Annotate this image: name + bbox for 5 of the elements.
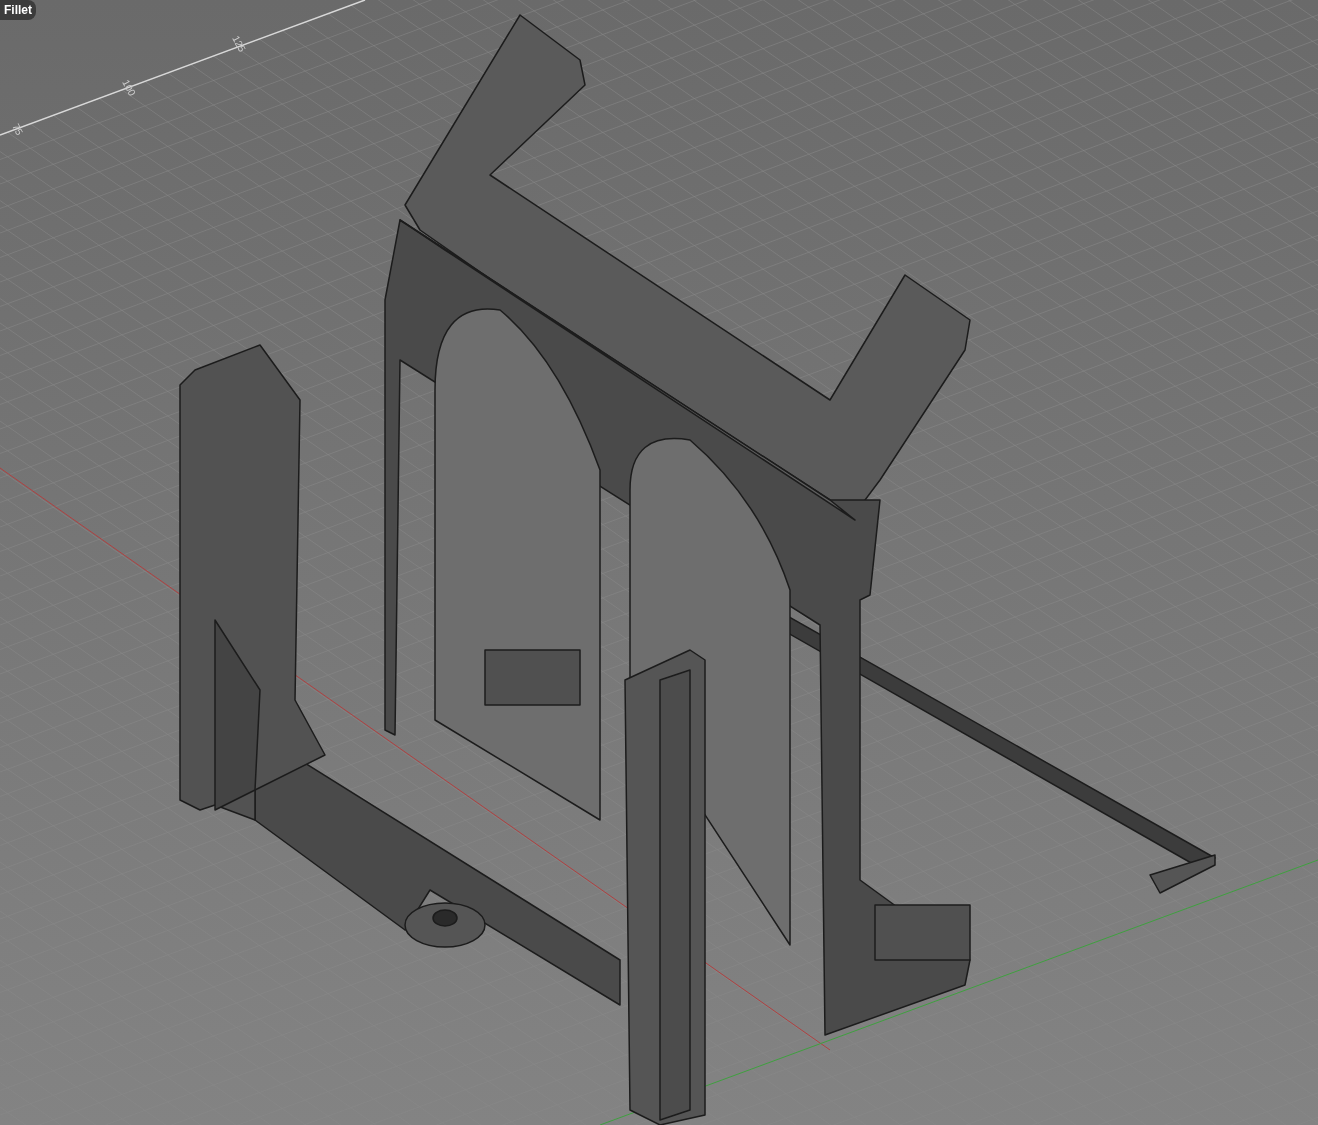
grid-label: 125: [230, 33, 248, 54]
grid-label: 100: [120, 77, 138, 98]
cad-viewport[interactable]: 125 100 75 Fillet: [0, 0, 1318, 1125]
grid-label: 75: [10, 121, 26, 137]
command-tooltip: Fillet: [0, 0, 36, 20]
